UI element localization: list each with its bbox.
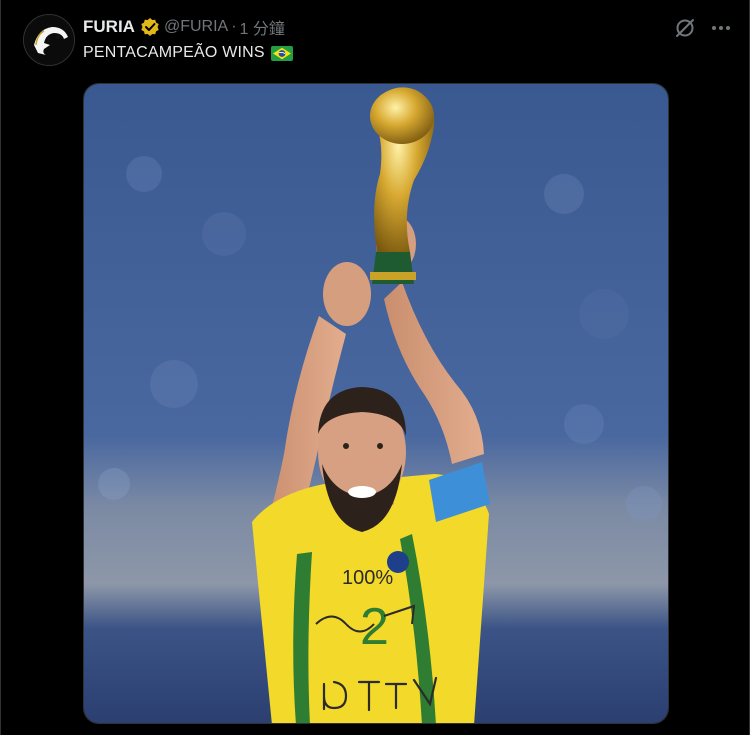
- avatar[interactable]: [23, 14, 75, 66]
- dot-separator: ·: [231, 18, 237, 35]
- tweet-header: FURIA @FURIA · 1 分鐘: [83, 16, 285, 38]
- tweet-text: PENTACAMPEÃO WINS: [83, 44, 293, 62]
- handle[interactable]: @FURIA: [164, 18, 228, 36]
- more-button[interactable]: [709, 16, 733, 40]
- jersey-number: 2: [360, 598, 389, 656]
- brazil-flag-icon: [270, 45, 293, 61]
- tweet-actions: [673, 16, 733, 40]
- timestamp[interactable]: 1 分鐘: [240, 15, 285, 39]
- grok-icon: [676, 19, 694, 37]
- tweet[interactable]: FURIA @FURIA · 1 分鐘 PENTACAMPEÃO WINS 10…: [0, 0, 750, 735]
- trophy-celebration-photo: 100% 2: [84, 84, 668, 723]
- tweet-media-photo[interactable]: 100% 2: [83, 83, 669, 724]
- tweet-text-content: PENTACAMPEÃO WINS: [83, 44, 265, 61]
- display-name[interactable]: FURIA: [83, 17, 135, 37]
- verified-badge-icon: [140, 17, 160, 37]
- jersey-text-top: 100%: [342, 567, 393, 589]
- panther-logo-icon: [24, 15, 74, 65]
- grok-button[interactable]: [673, 16, 697, 40]
- more-icon: [712, 26, 730, 30]
